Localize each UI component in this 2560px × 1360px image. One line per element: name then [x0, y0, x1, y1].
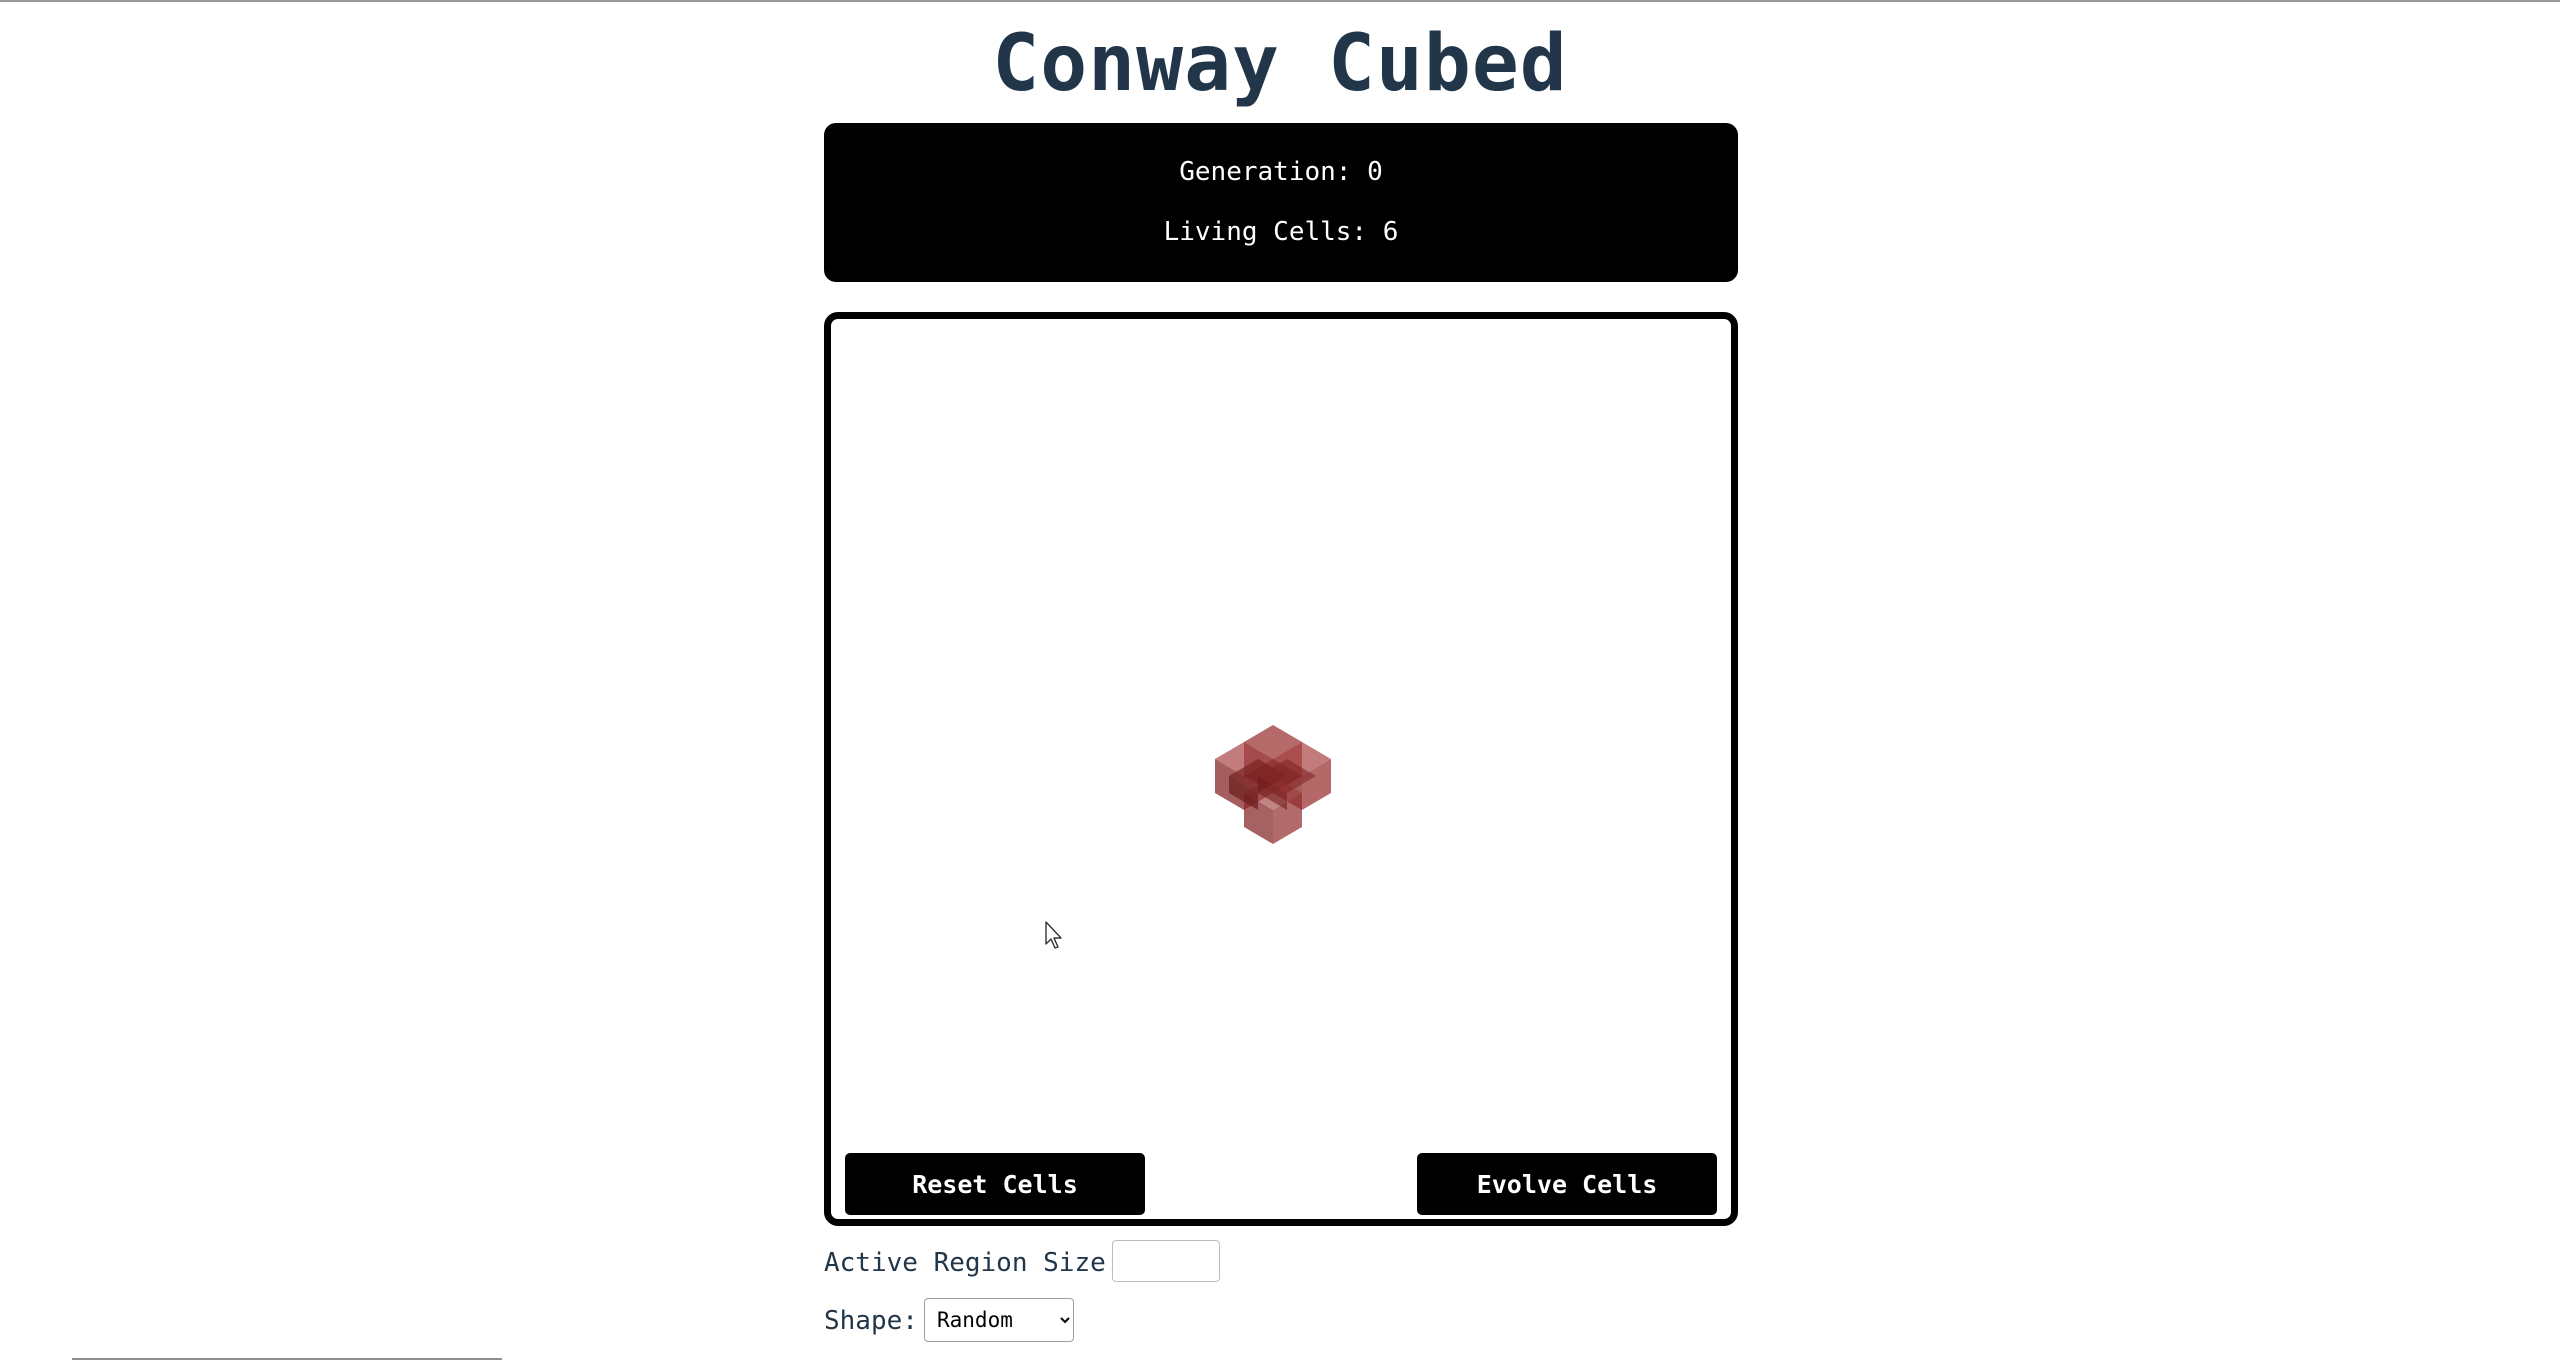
- simulation-viewport[interactable]: Reset Cells Evolve Cells: [824, 312, 1738, 1226]
- arrow-cursor-icon: [1045, 921, 1062, 949]
- shape-label: Shape:: [824, 1306, 918, 1336]
- live-cells-group: [1215, 725, 1331, 844]
- page-title: Conway Cubed: [992, 19, 1568, 109]
- cell-cluster: [1215, 725, 1331, 844]
- stats-panel: Generation: 0 Living Cells: 6: [824, 123, 1738, 282]
- shape-select[interactable]: Random: [924, 1298, 1074, 1342]
- evolve-cells-button[interactable]: Evolve Cells: [1417, 1153, 1717, 1215]
- page: Conway Cubed Generation: 0 Living Cells:…: [0, 0, 2560, 1360]
- reset-cells-button[interactable]: Reset Cells: [845, 1153, 1145, 1215]
- living-cells-counter: Living Cells: 6: [1163, 217, 1399, 247]
- generation-counter: Generation: 0: [1179, 157, 1383, 187]
- region-size-label: Active Region Size:: [824, 1248, 1122, 1278]
- region-size-input[interactable]: [1112, 1240, 1220, 1282]
